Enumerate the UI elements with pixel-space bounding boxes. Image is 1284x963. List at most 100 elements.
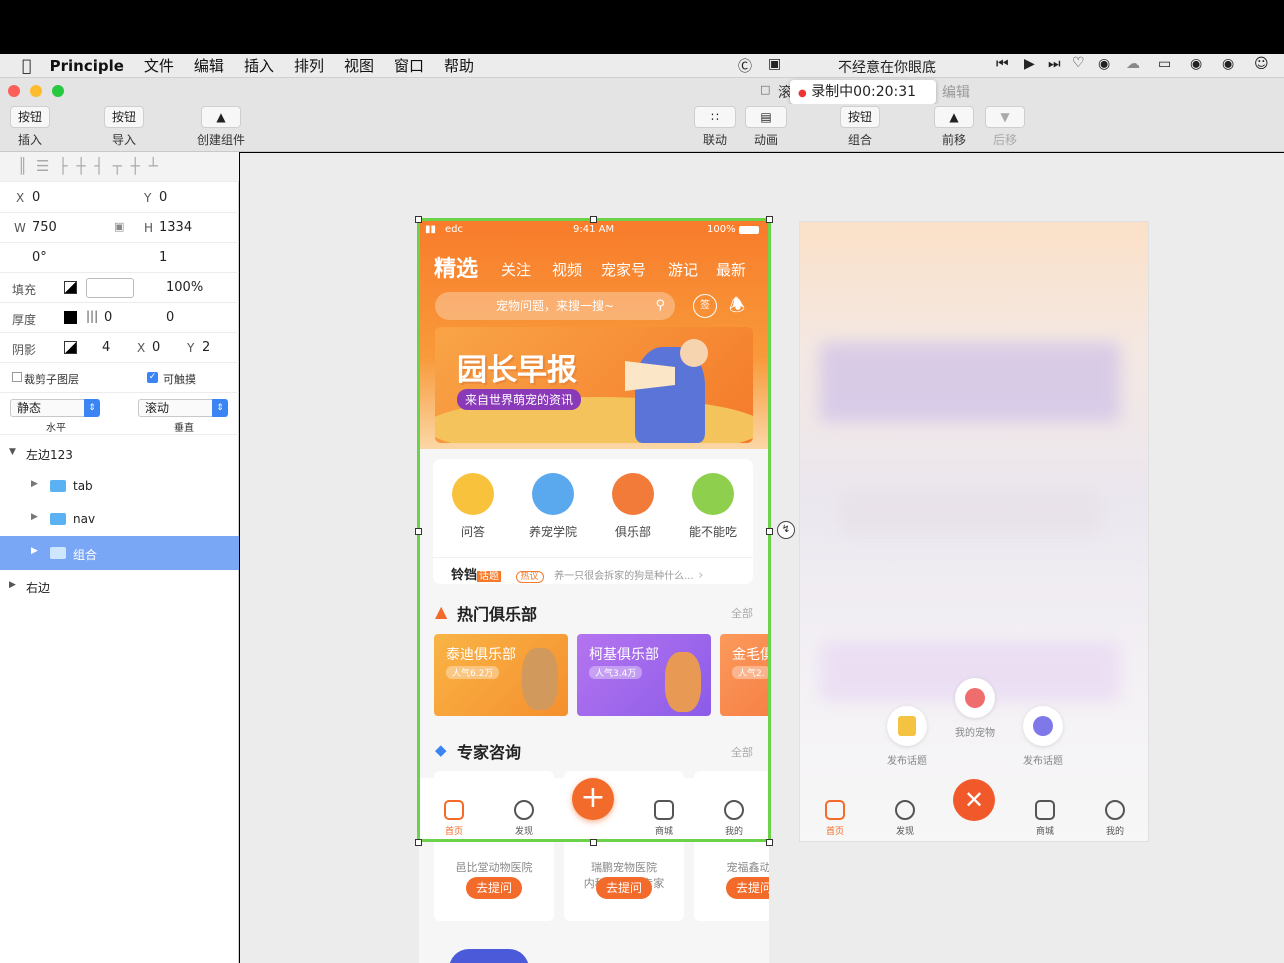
- bring-forward-icon: ▲: [934, 106, 974, 128]
- folder-icon: [50, 480, 66, 492]
- border-width-icon: |||: [86, 309, 99, 323]
- wechat-icon[interactable]: ◉: [1190, 56, 1202, 72]
- calendar-icon[interactable]: ▣: [768, 56, 781, 72]
- play-icon[interactable]: ▶: [1024, 56, 1035, 72]
- publish-topic-option-2[interactable]: 发布话题: [1008, 706, 1078, 767]
- vertical-mode-select[interactable]: 滚动 ⇕: [138, 399, 228, 417]
- y-field[interactable]: 0: [159, 190, 167, 205]
- menu-file[interactable]: 文件: [144, 55, 174, 76]
- shadow-blur-field[interactable]: 4: [102, 340, 110, 355]
- tab-home[interactable]: 首页: [810, 800, 860, 837]
- lock-icon[interactable]: ▣: [114, 220, 124, 233]
- close-button[interactable]: [8, 85, 20, 97]
- insert-button[interactable]: 按钮 插入: [10, 106, 50, 148]
- x-field[interactable]: 0: [32, 190, 40, 205]
- lightning-link-icon[interactable]: ↯: [777, 521, 795, 539]
- animate-button[interactable]: ▤ 动画: [745, 106, 787, 148]
- fill-color-well[interactable]: [64, 281, 77, 294]
- bring-forward-button[interactable]: ▲ 前移: [934, 106, 974, 148]
- cloud-icon[interactable]: ☁: [1126, 56, 1140, 72]
- home-icon: [825, 800, 845, 820]
- ask-button[interactable]: 去提问: [466, 877, 522, 899]
- horizontal-mode-select[interactable]: 静态 ⇕: [10, 399, 100, 417]
- shadow-y-field[interactable]: 2: [202, 340, 210, 355]
- group-button[interactable]: 按钮 组合: [840, 106, 880, 148]
- border-color-well[interactable]: [64, 311, 77, 324]
- menu-app[interactable]: Principle: [50, 57, 124, 75]
- zoom-button[interactable]: [52, 85, 64, 97]
- corner-radius-field[interactable]: 0: [166, 310, 174, 325]
- align-tools: ║☰├┼┤┬┼┴: [0, 152, 239, 182]
- publish-topic-option[interactable]: 发布话题: [872, 706, 942, 767]
- phone-screen-secondary[interactable]: 发布话题 我的宠物 发布话题 首页 发现 发布 商城 我的 ✕: [799, 221, 1149, 842]
- smiley-icon[interactable]: ☺: [1254, 56, 1269, 72]
- c-icon[interactable]: Ⓒ: [738, 56, 752, 76]
- height-field[interactable]: 1334: [159, 220, 192, 235]
- scroll-row: 静态 ⇕ 水平 滚动 ⇕ 垂直: [0, 393, 239, 435]
- edited-label[interactable]: 编辑: [942, 82, 970, 102]
- clip-checkbox[interactable]: [12, 372, 22, 382]
- tab-discover[interactable]: 发现: [880, 800, 930, 837]
- resize-handle[interactable]: [766, 216, 773, 223]
- layer-right[interactable]: ▶ 右边: [0, 571, 239, 603]
- resize-handle[interactable]: [766, 839, 773, 846]
- layer-nav[interactable]: ▶ nav: [0, 503, 239, 535]
- layer-root[interactable]: ▼ 左边123: [0, 438, 239, 470]
- tab-me[interactable]: 我的: [1090, 800, 1140, 837]
- resize-handle[interactable]: [415, 839, 422, 846]
- disclosure-closed-icon[interactable]: ▶: [31, 479, 38, 489]
- resize-handle[interactable]: [766, 528, 773, 535]
- disclosure-closed-icon[interactable]: ▶: [31, 546, 38, 556]
- menu-help[interactable]: 帮助: [444, 55, 474, 76]
- resize-handle[interactable]: [415, 528, 422, 535]
- wechat-alt-icon[interactable]: ◉: [1222, 56, 1234, 72]
- width-field[interactable]: 750: [32, 220, 57, 235]
- shadow-color-well[interactable]: [64, 341, 77, 354]
- prev-track-icon[interactable]: ⏮: [996, 56, 1009, 72]
- border-row: 厚度 ||| 0 0: [0, 303, 239, 333]
- menu-window[interactable]: 窗口: [394, 55, 424, 76]
- now-playing-text[interactable]: 不经意在你眼底: [838, 57, 936, 77]
- resize-handle[interactable]: [590, 216, 597, 223]
- disclosure-open-icon[interactable]: ▼: [9, 447, 16, 457]
- link-button[interactable]: ∷ 联动: [694, 106, 736, 148]
- inspector-panel: ║☰├┼┤┬┼┴ X 0 Y 0 W 750 ▣ H 1334 0° 1 填充 …: [0, 152, 239, 963]
- fill-opacity-field[interactable]: 100%: [166, 280, 203, 295]
- disclosure-closed-icon[interactable]: ▶: [9, 580, 16, 590]
- import-button[interactable]: 按钮 导入: [104, 106, 144, 148]
- menu-insert[interactable]: 插入: [244, 55, 274, 76]
- sync-icon[interactable]: ◉: [1098, 56, 1110, 72]
- ask-button[interactable]: 去提问: [596, 877, 652, 899]
- opacity-field[interactable]: 1: [159, 250, 167, 265]
- touch-checkbox[interactable]: ✓: [147, 372, 158, 383]
- fill-style-select[interactable]: [86, 278, 134, 298]
- ask-button[interactable]: 去提问: [726, 877, 769, 899]
- apple-icon[interactable]: : [22, 56, 32, 75]
- layer-group-selected[interactable]: ▶ 组合: [0, 536, 239, 570]
- resize-handle[interactable]: [590, 839, 597, 846]
- create-component-button[interactable]: ▲ 创建组件: [196, 106, 246, 148]
- minimize-button[interactable]: [30, 85, 42, 97]
- next-track-icon[interactable]: ⏭: [1048, 56, 1061, 72]
- menu-view[interactable]: 视图: [344, 55, 374, 76]
- screen-record-icon[interactable]: ▭: [1158, 56, 1171, 72]
- align-icons[interactable]: ║☰├┼┤┬┼┴: [18, 157, 167, 175]
- resize-handle[interactable]: [415, 216, 422, 223]
- record-dot-icon: ●: [798, 88, 807, 99]
- close-icon[interactable]: ✕: [953, 779, 995, 821]
- send-backward-button[interactable]: ▼ 后移: [985, 106, 1025, 148]
- menu-edit[interactable]: 编辑: [194, 55, 224, 76]
- position-row: X 0 Y 0: [0, 183, 239, 213]
- disclosure-closed-icon[interactable]: ▶: [31, 512, 38, 522]
- heart-icon[interactable]: ♡: [1072, 55, 1085, 71]
- menu-bar:  Principle 文件 编辑 插入 排列 视图 窗口 帮助 Ⓒ ▣ 不经意…: [0, 54, 1284, 78]
- rotation-row: 0° 1: [0, 243, 239, 273]
- tab-shop[interactable]: 商城: [1020, 800, 1070, 837]
- shadow-x-field[interactable]: 0: [152, 340, 160, 355]
- rotation-field[interactable]: 0°: [32, 250, 47, 265]
- my-pets-option[interactable]: 我的宠物: [940, 678, 1010, 739]
- link-icon: ∷: [694, 106, 736, 128]
- layer-tab[interactable]: ▶ tab: [0, 470, 239, 502]
- border-width-field[interactable]: 0: [104, 310, 112, 325]
- menu-arrange[interactable]: 排列: [294, 55, 324, 76]
